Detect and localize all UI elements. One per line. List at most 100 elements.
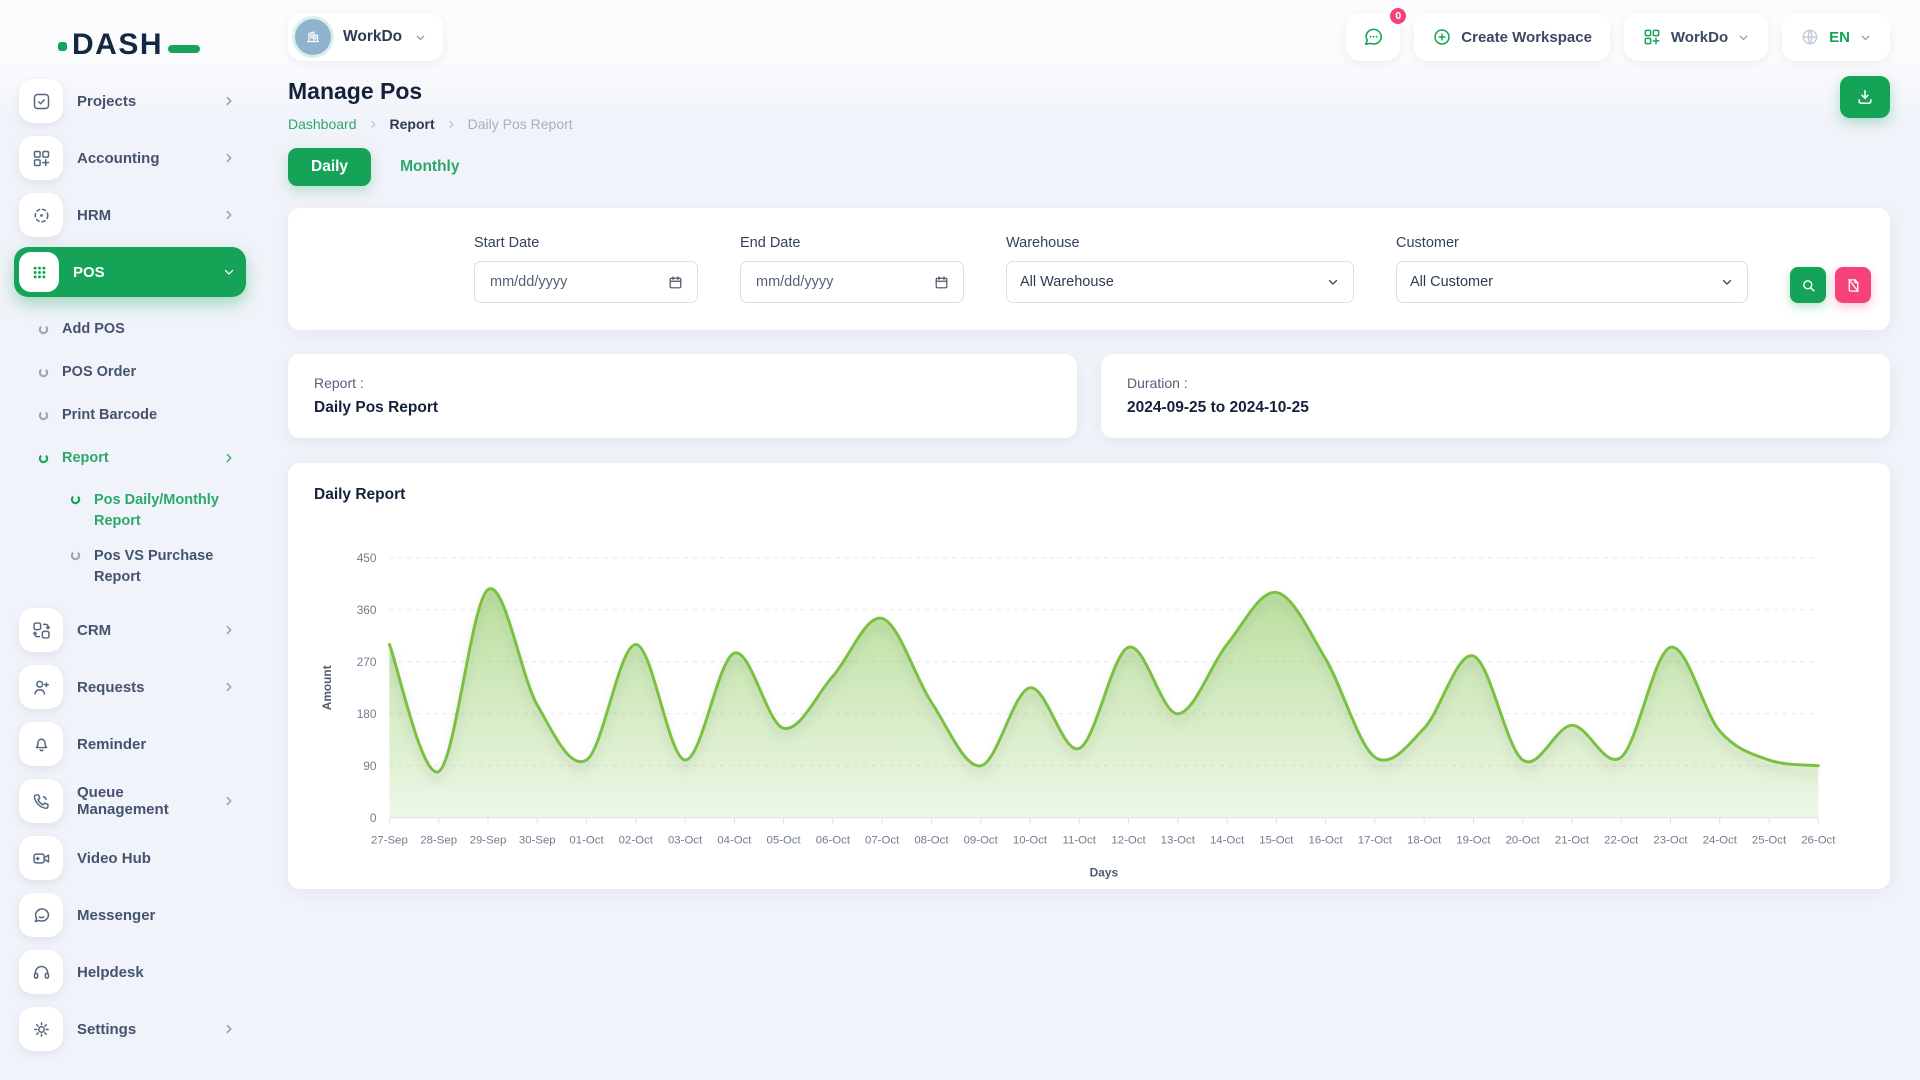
video-icon bbox=[19, 836, 63, 880]
sidebar-item-helpdesk[interactable]: Helpdesk bbox=[14, 947, 246, 997]
chevron-right-icon bbox=[222, 94, 236, 108]
grid-plus-icon bbox=[1642, 27, 1662, 47]
svg-text:Days: Days bbox=[1090, 865, 1119, 879]
swap-boxes-icon bbox=[19, 608, 63, 652]
phone-icon bbox=[19, 779, 63, 823]
end-date-field: End Date bbox=[740, 235, 964, 303]
sidebar-item-pos-vs-purchase-report[interactable]: Pos VS Purchase Report bbox=[70, 541, 246, 593]
sidebar-item-pos-daily-monthly-report[interactable]: Pos Daily/Monthly Report bbox=[70, 485, 246, 537]
sidebar-item-label: Accounting bbox=[77, 150, 208, 167]
sidebar: DASH Projects Accounting HRM POS Add POS POS … bbox=[0, 0, 258, 1080]
chevron-down-icon bbox=[1720, 275, 1734, 289]
svg-text:10-Oct: 10-Oct bbox=[1013, 835, 1048, 847]
sidebar-item-label: Pos VS Purchase Report bbox=[94, 546, 246, 588]
headset-icon bbox=[19, 950, 63, 994]
customer-select[interactable]: All Customer bbox=[1396, 261, 1748, 303]
messages-badge: 0 bbox=[1388, 6, 1408, 26]
sidebar-item-report[interactable]: Report bbox=[30, 438, 246, 478]
svg-text:02-Oct: 02-Oct bbox=[619, 835, 654, 847]
svg-text:12-Oct: 12-Oct bbox=[1111, 835, 1146, 847]
start-date-field: Start Date bbox=[474, 235, 698, 303]
calendar-icon[interactable] bbox=[667, 274, 684, 291]
donut-icon bbox=[38, 324, 49, 335]
report-summary-card: Report : Daily Pos Report bbox=[288, 354, 1077, 438]
sidebar-item-label: Queue Management bbox=[77, 784, 208, 818]
sidebar-item-hrm[interactable]: HRM bbox=[14, 190, 246, 240]
sidebar-nav: Projects Accounting HRM POS Add POS POS Order… bbox=[14, 76, 246, 1054]
svg-text:30-Sep: 30-Sep bbox=[519, 835, 556, 847]
chevron-right-icon bbox=[222, 451, 236, 465]
duration-summary-card: Duration : 2024-09-25 to 2024-10-25 bbox=[1101, 354, 1890, 438]
sidebar-submenu: Pos Daily/Monthly Report Pos VS Purchase … bbox=[30, 481, 246, 595]
sidebar-item-crm[interactable]: CRM bbox=[14, 605, 246, 655]
messages-button[interactable]: 0 bbox=[1346, 13, 1400, 61]
calendar-icon[interactable] bbox=[933, 274, 950, 291]
svg-text:20-Oct: 20-Oct bbox=[1506, 835, 1541, 847]
dots-grid-icon bbox=[19, 252, 59, 292]
tab-monthly[interactable]: Monthly bbox=[398, 148, 461, 186]
chevron-right-icon bbox=[446, 119, 457, 130]
svg-text:06-Oct: 06-Oct bbox=[816, 835, 851, 847]
bell-icon bbox=[19, 722, 63, 766]
svg-text:0: 0 bbox=[370, 811, 377, 825]
page-header: Manage Pos DashboardReportDaily Pos Repo… bbox=[288, 76, 1890, 132]
warehouse-label: Warehouse bbox=[1006, 235, 1354, 251]
donut-icon bbox=[38, 410, 49, 421]
breadcrumb-item-dashboard[interactable]: Dashboard bbox=[288, 116, 357, 132]
report-value: Daily Pos Report bbox=[314, 399, 1051, 417]
reset-filter-button[interactable] bbox=[1835, 267, 1871, 303]
sidebar-item-settings[interactable]: Settings bbox=[14, 1004, 246, 1054]
sidebar-item-print-barcode[interactable]: Print Barcode bbox=[30, 395, 246, 435]
sidebar-item-projects[interactable]: Projects bbox=[14, 76, 246, 126]
warehouse-select[interactable]: All Warehouse bbox=[1006, 261, 1354, 303]
download-button[interactable] bbox=[1840, 76, 1890, 118]
start-date-label: Start Date bbox=[474, 235, 698, 251]
sidebar-item-accounting[interactable]: Accounting bbox=[14, 133, 246, 183]
chevron-right-icon bbox=[368, 119, 379, 130]
svg-text:90: 90 bbox=[363, 759, 377, 773]
sidebar-item-video-hub[interactable]: Video Hub bbox=[14, 833, 246, 883]
chevron-down-icon bbox=[222, 265, 236, 279]
end-date-input[interactable] bbox=[754, 273, 925, 291]
logo-text: DASH bbox=[72, 30, 163, 60]
svg-text:05-Oct: 05-Oct bbox=[767, 835, 802, 847]
donut-icon bbox=[70, 494, 81, 505]
sidebar-item-messenger[interactable]: Messenger bbox=[14, 890, 246, 940]
sidebar-item-reminder[interactable]: Reminder bbox=[14, 719, 246, 769]
sidebar-submenu: Add POS POS OrderPrint Barcode Report Pos D… bbox=[14, 304, 246, 598]
sidebar-item-label: Add POS bbox=[62, 321, 125, 337]
svg-text:13-Oct: 13-Oct bbox=[1161, 835, 1196, 847]
svg-text:25-Oct: 25-Oct bbox=[1752, 835, 1787, 847]
svg-text:04-Oct: 04-Oct bbox=[717, 835, 752, 847]
language-selector[interactable]: EN bbox=[1782, 13, 1890, 61]
chevron-down-icon bbox=[1326, 275, 1340, 289]
workspace-selector[interactable]: WorkDo bbox=[288, 13, 443, 61]
sidebar-item-label: Pos Daily/Monthly Report bbox=[94, 490, 246, 532]
filter-card: Start Date End Date bbox=[288, 208, 1890, 330]
sidebar-item-queue-management[interactable]: Queue Management bbox=[14, 776, 246, 826]
warehouse-field: Warehouse All Warehouse bbox=[1006, 235, 1354, 303]
workspace-switcher[interactable]: WorkDo bbox=[1624, 13, 1768, 61]
start-date-input[interactable] bbox=[488, 273, 659, 291]
tab-daily[interactable]: Daily bbox=[288, 148, 371, 186]
breadcrumb: DashboardReportDaily Pos Report bbox=[288, 116, 573, 132]
sidebar-item-pos-order[interactable]: POS Order bbox=[30, 352, 246, 392]
create-workspace-button[interactable]: Create Workspace bbox=[1414, 13, 1610, 61]
chat-icon bbox=[1362, 26, 1384, 48]
sidebar-item-label: Report bbox=[62, 450, 109, 466]
sidebar-item-add-pos[interactable]: Add POS bbox=[30, 309, 246, 349]
chevron-down-icon bbox=[1737, 31, 1750, 44]
brand-logo[interactable]: DASH bbox=[14, 10, 246, 60]
summary-row: Report : Daily Pos Report Duration : 202… bbox=[288, 354, 1890, 438]
svg-text:19-Oct: 19-Oct bbox=[1456, 835, 1491, 847]
breadcrumb-item-report[interactable]: Report bbox=[390, 116, 435, 132]
chevron-right-icon bbox=[222, 623, 236, 637]
customer-label: Customer bbox=[1396, 235, 1748, 251]
svg-text:07-Oct: 07-Oct bbox=[865, 835, 900, 847]
search-button[interactable] bbox=[1790, 267, 1826, 303]
sidebar-item-pos[interactable]: POS bbox=[14, 247, 246, 297]
logo-dot-icon bbox=[58, 42, 67, 51]
sidebar-item-requests[interactable]: Requests bbox=[14, 662, 246, 712]
svg-text:01-Oct: 01-Oct bbox=[569, 835, 604, 847]
svg-text:22-Oct: 22-Oct bbox=[1604, 835, 1639, 847]
